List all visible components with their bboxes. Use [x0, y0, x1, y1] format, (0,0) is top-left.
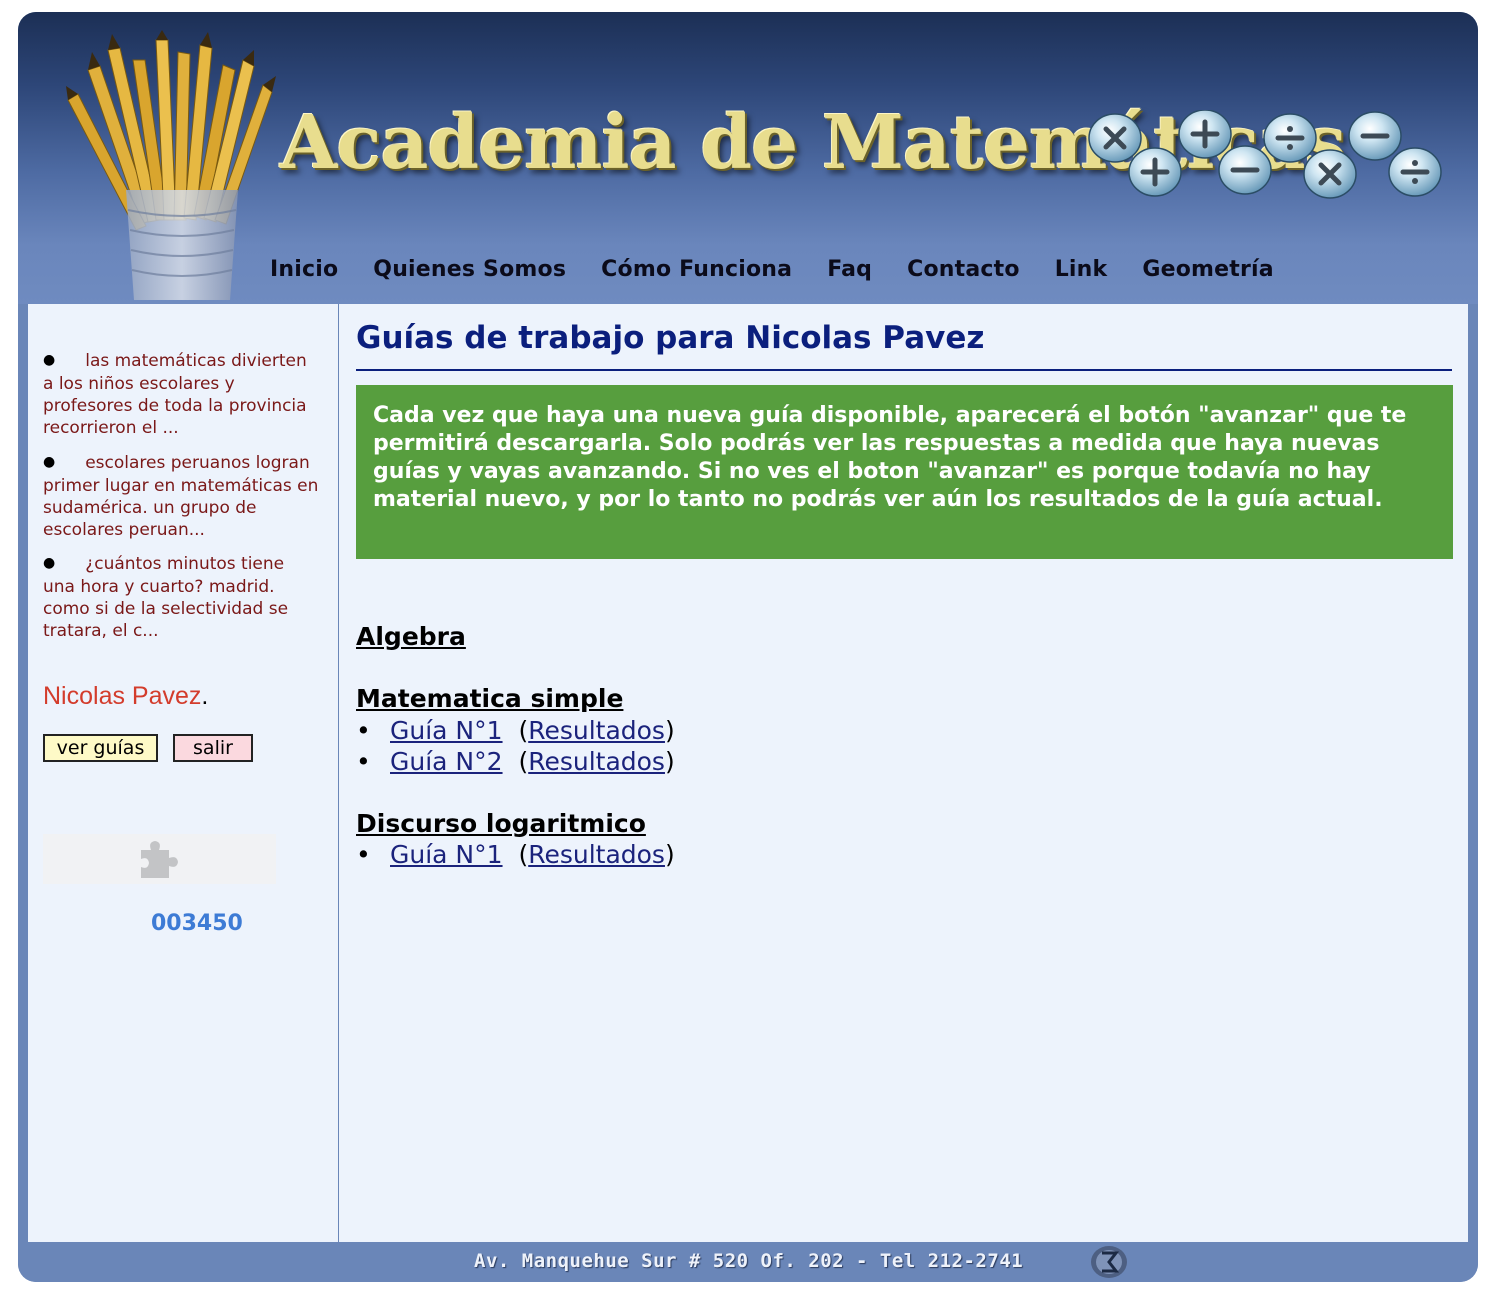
- results-link[interactable]: Resultados: [528, 716, 665, 745]
- news-lead[interactable]: ¿cuántos minutos tiene: [85, 554, 284, 574]
- page-frame: Academia de Matemáticas Inicio Quienes S…: [18, 12, 1478, 1282]
- site-footer: Av. Manquehue Sur # 520 Of. 202 - Tel 21…: [18, 1242, 1478, 1282]
- page-title: Guías de trabajo para Nicolas Pavez: [356, 320, 985, 356]
- news-item[interactable]: ● ¿cuántos minutos tiene una hora y cuart…: [43, 553, 325, 642]
- nav-inicio[interactable]: Inicio: [270, 257, 338, 293]
- puzzle-piece-icon: [141, 841, 178, 878]
- bullet-icon: •: [356, 747, 371, 776]
- bullet-icon: ●: [43, 352, 56, 368]
- sidebar: ● las matemáticas divierten a los niños e…: [28, 304, 339, 1242]
- news-text[interactable]: primer lugar en matemáticas en sudaméric…: [43, 476, 318, 540]
- news-item[interactable]: ● las matemáticas divierten a los niños e…: [43, 350, 325, 439]
- bullet-icon: ●: [43, 555, 56, 571]
- nav-contacto[interactable]: Contacto: [907, 257, 1020, 293]
- plugin-placeholder: [43, 834, 276, 884]
- nav-link[interactable]: Link: [1055, 257, 1108, 293]
- ver-guias-button[interactable]: ver guías: [43, 734, 158, 762]
- footer-address: Av. Manquehue Sur # 520 Of. 202 - Tel 21…: [474, 1250, 1024, 1272]
- salir-button[interactable]: salir: [173, 734, 253, 762]
- news-item[interactable]: ● escolares peruanos logran primer lugar …: [43, 452, 325, 541]
- footer-logo-icon: [1091, 1246, 1127, 1278]
- news-lead[interactable]: las matemáticas divierten: [85, 351, 307, 371]
- list-item: • Guía N°1 (Resultados): [356, 840, 675, 869]
- section-discurso-logaritmico: Discurso logaritmico: [356, 809, 646, 838]
- guide-link[interactable]: Guía N°2: [390, 747, 503, 776]
- news-text[interactable]: una hora y cuarto? madrid. como si de la…: [43, 577, 288, 641]
- user-name-dot: .: [201, 682, 209, 710]
- news-lead[interactable]: escolares peruanos logran: [85, 453, 310, 473]
- visit-counter: 003450: [151, 911, 243, 936]
- math-operators-image: [1088, 110, 1442, 199]
- guide-link[interactable]: Guía N°1: [390, 840, 503, 869]
- list-item: • Guía N°2 (Resultados): [356, 747, 675, 776]
- nav-como-funciona[interactable]: Cómo Funciona: [601, 257, 792, 293]
- section-algebra: Algebra: [356, 622, 466, 651]
- title-divider: [356, 369, 1452, 371]
- nav-faq[interactable]: Faq: [827, 257, 872, 293]
- pencil-cup-image: [66, 30, 276, 300]
- bullet-icon: ●: [43, 454, 56, 470]
- list-item: • Guía N°1 (Resultados): [356, 716, 675, 745]
- main-nav: Inicio Quienes Somos Cómo Funciona Faq C…: [270, 257, 1309, 293]
- section-matematica-simple: Matematica simple: [356, 684, 624, 713]
- results-link[interactable]: Resultados: [528, 747, 665, 776]
- nav-quienes-somos[interactable]: Quienes Somos: [373, 257, 566, 293]
- bullet-icon: •: [356, 840, 371, 869]
- site-header: Academia de Matemáticas Inicio Quienes S…: [18, 12, 1478, 304]
- notice-box: Cada vez que haya una nueva guía disponi…: [356, 385, 1453, 559]
- user-name-text: Nicolas Pavez: [43, 682, 202, 710]
- guide-link[interactable]: Guía N°1: [390, 716, 503, 745]
- news-text[interactable]: a los niños escolares y profesores de to…: [43, 374, 307, 438]
- main-content: Guías de trabajo para Nicolas Pavez Cada…: [339, 304, 1468, 1242]
- nav-geometria[interactable]: Geometría: [1142, 257, 1274, 293]
- user-name: Nicolas Pavez.: [43, 682, 208, 711]
- results-link[interactable]: Resultados: [528, 840, 665, 869]
- bullet-icon: •: [356, 716, 371, 745]
